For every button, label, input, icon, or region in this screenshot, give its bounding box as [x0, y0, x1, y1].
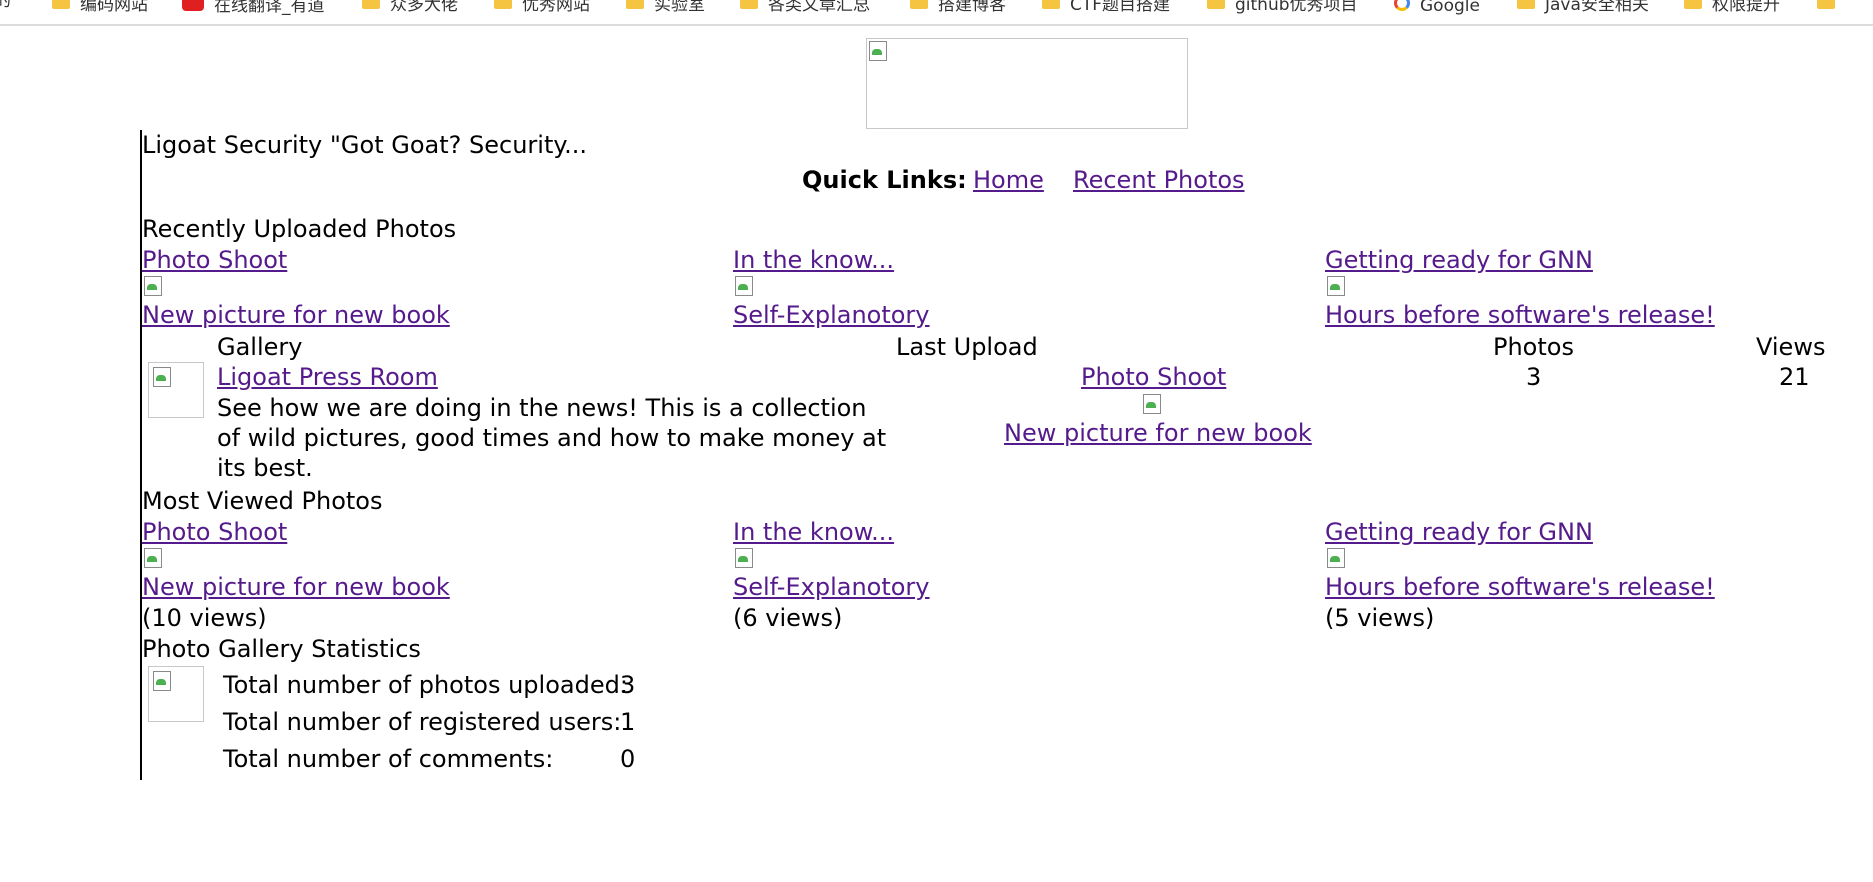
bookmark-item[interactable]: 编码网站: [52, 0, 148, 15]
recent-photo-caption[interactable]: Self-Explanotory: [733, 300, 930, 330]
gallery-column-header: Gallery: [217, 333, 303, 361]
bookmark-item[interactable]: 权限提升: [1684, 0, 1780, 15]
bookmark-label: 编码网站: [80, 0, 148, 15]
bookmark-item[interactable]: [1817, 0, 1835, 12]
bookmark-item[interactable]: Google: [1394, 0, 1480, 16]
broken-image-icon[interactable]: [1325, 546, 1349, 570]
bookmark-item[interactable]: 搭建博客: [910, 0, 1006, 15]
stats-label: Total number of registered users:: [223, 708, 622, 736]
recent-photo-title[interactable]: Getting ready for GNN: [1325, 245, 1593, 275]
most-viewed-title[interactable]: Getting ready for GNN: [1325, 517, 1593, 547]
broken-image-icon: [867, 39, 891, 63]
bookmark-item[interactable]: 在线翻译_有道: [182, 0, 325, 16]
bookmark-label: 实验室: [654, 0, 705, 15]
bookmark-label: 各类文章汇总: [768, 0, 870, 15]
bookmark-label: 搭建博客: [938, 0, 1006, 15]
most-viewed-caption[interactable]: New picture for new book: [142, 572, 450, 602]
last-upload-column-header: Last Upload: [896, 333, 1038, 361]
recent-photo-caption[interactable]: New picture for new book: [142, 300, 450, 330]
broken-image-icon: [151, 365, 175, 389]
bookmark-item[interactable]: CTF题目搭建: [1042, 0, 1171, 15]
broken-image-icon[interactable]: [142, 546, 166, 570]
recent-photos-heading: Recently Uploaded Photos: [142, 215, 457, 243]
recent-photos-link[interactable]: Recent Photos: [1073, 165, 1245, 195]
most-viewed-count: (5 views): [1325, 604, 1435, 632]
broken-image-icon[interactable]: [733, 546, 757, 570]
stats-label: Total number of comments:: [223, 745, 554, 773]
stats-value: 0: [620, 745, 636, 773]
folder-icon: [52, 0, 70, 9]
broken-image-icon[interactable]: [1325, 274, 1349, 298]
stats-thumbnail: [148, 666, 204, 722]
bookmark-item[interactable]: 各类文章汇总: [740, 0, 870, 15]
folder-icon: [910, 0, 928, 9]
recent-photo-title[interactable]: Photo Shoot: [142, 245, 287, 275]
bookmark-label: 众多大佬: [390, 0, 458, 15]
quick-links-label: Quick Links:: [802, 166, 967, 194]
bookmark-item[interactable]: github优秀项目: [1207, 0, 1358, 15]
recent-photo-caption[interactable]: Hours before software's release!: [1325, 300, 1715, 330]
bookmark-label: github优秀项目: [1235, 0, 1358, 15]
folder-icon: [1817, 0, 1835, 9]
bookmark-label: Java安全相关: [1545, 0, 1649, 15]
google-icon: [1394, 0, 1410, 11]
broken-image-icon[interactable]: [1141, 392, 1165, 416]
gallery-photo-count: 3: [1526, 363, 1542, 391]
views-column-header: Views: [1756, 333, 1826, 361]
gallery-thumbnail[interactable]: [148, 362, 204, 418]
broken-image-icon: [151, 669, 175, 693]
folder-icon: [494, 0, 512, 9]
folder-icon: [1042, 0, 1060, 9]
gallery-view-count: 21: [1779, 363, 1810, 391]
broken-image-icon[interactable]: [142, 274, 166, 298]
photos-column-header: Photos: [1493, 333, 1574, 361]
most-viewed-count: (10 views): [142, 604, 267, 632]
bookmarks-bar: 的 编码网站 在线翻译_有道 众多大佬 优秀网站 实验室 各类文章汇总 搭建博客…: [0, 0, 1873, 26]
most-viewed-title[interactable]: Photo Shoot: [142, 517, 287, 547]
site-tagline: Ligoat Security "Got Goat? Security...: [142, 131, 588, 159]
bookmark-item[interactable]: Java安全相关: [1517, 0, 1649, 15]
bookmark-partial[interactable]: 的: [0, 0, 11, 10]
most-viewed-caption[interactable]: Self-Explanotory: [733, 572, 930, 602]
folder-icon: [1517, 0, 1535, 9]
most-viewed-title[interactable]: In the know...: [733, 517, 894, 547]
most-viewed-count: (6 views): [733, 604, 843, 632]
recent-photo-title[interactable]: In the know...: [733, 245, 894, 275]
home-link[interactable]: Home: [973, 165, 1044, 195]
folder-icon: [740, 0, 758, 9]
site-logo: [866, 38, 1188, 129]
stats-value: 3: [620, 671, 636, 699]
bookmark-label: Google: [1420, 0, 1480, 16]
bookmark-item[interactable]: 实验室: [626, 0, 705, 15]
bookmark-item[interactable]: 众多大佬: [362, 0, 458, 15]
broken-image-icon[interactable]: [733, 274, 757, 298]
bookmark-item[interactable]: 优秀网站: [494, 0, 590, 15]
stats-heading: Photo Gallery Statistics: [142, 635, 421, 663]
main-content: Ligoat Security "Got Goat? Security... Q…: [140, 130, 1873, 780]
folder-icon: [1207, 0, 1225, 9]
bookmark-label: 的: [0, 0, 11, 10]
last-upload-title-link[interactable]: Photo Shoot: [1081, 362, 1226, 392]
most-viewed-heading: Most Viewed Photos: [142, 487, 383, 515]
folder-icon: [1684, 0, 1702, 9]
bookmark-label: 在线翻译_有道: [214, 0, 325, 16]
stats-value: 1: [620, 708, 636, 736]
bookmark-label: 优秀网站: [522, 0, 590, 15]
folder-icon: [626, 0, 644, 9]
bookmark-label: CTF题目搭建: [1070, 0, 1171, 15]
gallery-name-link[interactable]: Ligoat Press Room: [217, 362, 438, 392]
youdao-icon: [182, 0, 204, 11]
folder-icon: [362, 0, 380, 9]
bookmark-label: 权限提升: [1712, 0, 1780, 15]
stats-label: Total number of photos uploaded:: [223, 671, 628, 699]
gallery-description: See how we are doing in the news! This i…: [217, 394, 887, 482]
most-viewed-caption[interactable]: Hours before software's release!: [1325, 572, 1715, 602]
last-upload-caption-link[interactable]: New picture for new book: [1004, 418, 1312, 448]
